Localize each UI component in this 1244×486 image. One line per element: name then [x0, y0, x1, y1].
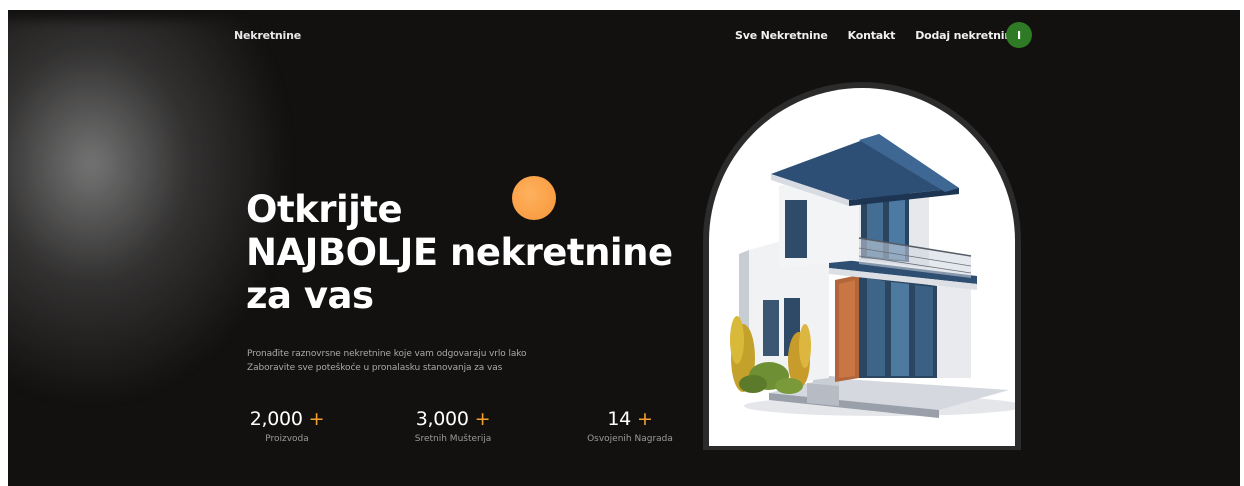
hero-subtext: Pronađite raznovrsne nekretnine koje vam…	[247, 347, 527, 375]
stat-label: Osvojenih Nagrada	[587, 434, 673, 444]
stat-customers: 3,000 + Sretnih Mušterija	[408, 408, 498, 444]
nav-all-properties[interactable]: Sve Nekretnine	[735, 29, 828, 42]
stat-label: Proizvoda	[265, 434, 309, 444]
hero-headline: Otkrijte NAJBOLJE nekretnine za vas	[246, 188, 673, 317]
house-illustration	[730, 134, 1015, 418]
stat-awards: 14 + Osvojenih Nagrada	[580, 408, 680, 444]
modern-house-image	[709, 88, 1015, 446]
stat-value: 3,000 +	[415, 408, 491, 430]
main-nav: Sve Nekretnine Kontakt Dodaj nekretninu	[735, 29, 1020, 42]
headline-line-1: Otkrijte	[246, 188, 403, 231]
stat-value: 14 +	[607, 408, 653, 430]
headline-line-2: NAJBOLJE nekretnine	[246, 231, 673, 274]
brand-logo[interactable]: Nekretnine	[234, 29, 301, 42]
stat-products: 2,000 + Proizvoda	[247, 408, 327, 444]
subtext-line-1: Pronađite raznovrsne nekretnine koje vam…	[247, 349, 527, 359]
stat-value: 2,000 +	[249, 408, 325, 430]
nav-contact[interactable]: Kontakt	[848, 29, 896, 42]
user-avatar[interactable]: I	[1006, 22, 1032, 48]
headline-line-3: za vas	[246, 274, 374, 317]
subtext-line-2: Zaboravite sve poteškoće u pronalasku st…	[247, 363, 503, 373]
nav-add-property[interactable]: Dodaj nekretninu	[915, 29, 1020, 42]
hero-section: Nekretnine Sve Nekretnine Kontakt Dodaj …	[8, 10, 1240, 486]
stat-label: Sretnih Mušterija	[414, 434, 492, 444]
